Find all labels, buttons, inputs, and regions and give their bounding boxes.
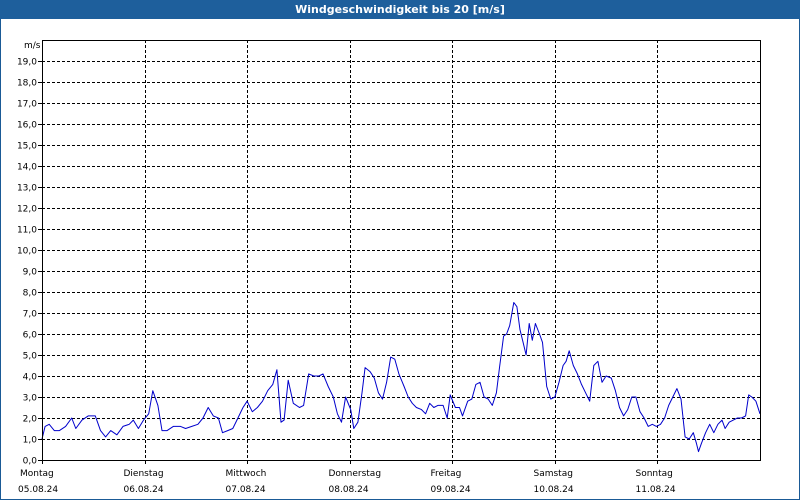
x-date-label: 09.08.24 [431,485,471,495]
x-weekday-label: Montag [20,469,54,479]
y-tick-label: 0,0 [23,457,38,467]
x-weekday-label: Samstag [534,469,573,479]
x-axis-labels: Montag 05.08.24 Dienstag 06.08.24 Mittwoch 07… [18,460,676,495]
x-weekday-label: Freitag [431,469,462,479]
x-date-label: 11.08.24 [636,485,676,495]
x-weekday-label: Dienstag [124,469,164,479]
x-date-label: 10.08.24 [534,485,574,495]
y-tick-label: 16,0 [17,121,37,131]
y-tick-label: 2,0 [23,415,38,425]
x-date-label: 07.08.24 [226,485,266,495]
x-date-label: 06.08.24 [124,485,164,495]
y-tick-label: 8,0 [23,289,38,299]
y-tick-label: 3,0 [23,394,38,404]
series-group [41,302,761,453]
y-axis-ticks: 0,0 1,0 2,0 3,0 4,0 5,0 6,0 7,0 8,0 9,0 10,0 11,0 12… [17,58,42,467]
x-date-label: 05.08.24 [18,485,58,495]
y-axis-unit-label: m/s [24,41,41,51]
y-tick-label: 17,0 [17,100,37,110]
x-weekday-label: Sonntag [636,469,673,479]
y-tick-label: 12,0 [17,205,37,215]
y-tick-label: 14,0 [17,163,37,173]
y-tick-label: 1,0 [23,436,38,446]
y-tick-label: 9,0 [23,268,38,278]
y-tick-label: 7,0 [23,310,38,320]
y-tick-label: 5,0 [23,352,38,362]
y-tick-label: 4,0 [23,373,38,383]
y-tick-label: 11,0 [17,226,37,236]
y-tick-label: 15,0 [17,142,37,152]
x-date-label: 08.08.24 [329,485,369,495]
y-tick-label: 19,0 [17,58,37,68]
y-tick-label: 18,0 [17,79,37,89]
y-tick-label: 13,0 [17,184,37,194]
grid-lines [42,40,760,460]
x-weekday-label: Mittwoch [226,469,267,479]
series-line-wind-speed [41,302,761,453]
y-tick-label: 10,0 [17,247,37,257]
x-weekday-label: Donnerstag [329,469,382,479]
y-tick-label: 6,0 [23,331,38,341]
wind-speed-chart: m/s 0,0 1,0 2,0 3,0 4,0 5,0 6,0 7,0 8,0 9,0 10,0 11… [17,40,761,495]
